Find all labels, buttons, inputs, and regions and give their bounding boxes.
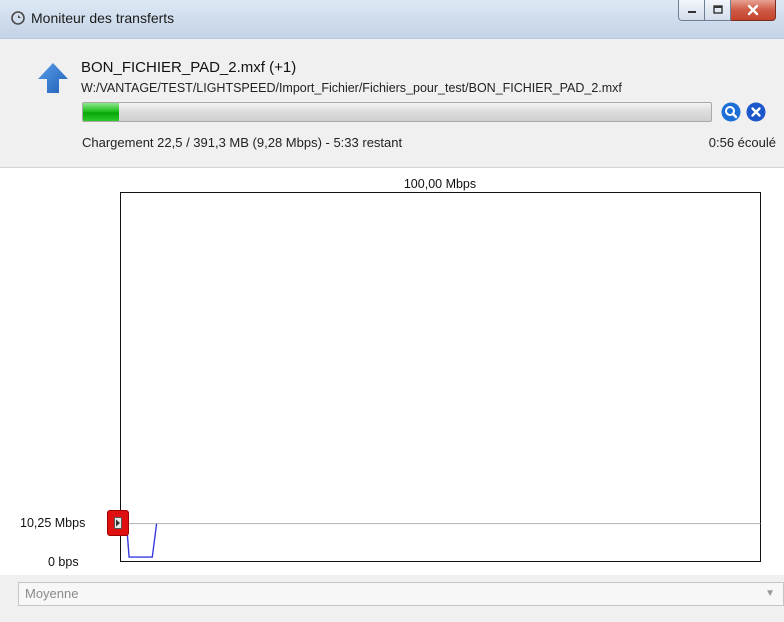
file-path: W:/VANTAGE/TEST/LIGHTSPEED/Import_Fichie… bbox=[81, 81, 622, 95]
transfer-progress-bar bbox=[82, 102, 712, 122]
marker-triangle bbox=[116, 519, 120, 527]
bandwidth-graph: 100,00 Mbps 10,25 Mbps 0 bps bbox=[0, 167, 784, 576]
close-icon bbox=[747, 4, 759, 16]
footer: Moyenne ▼ bbox=[0, 575, 784, 622]
window-controls bbox=[678, 0, 776, 22]
maximize-button[interactable] bbox=[705, 0, 731, 21]
file-name: BON_FICHIER_PAD_2.mxf (+1) bbox=[81, 59, 297, 76]
rate-marker[interactable] bbox=[107, 510, 129, 536]
transfer-monitor-window: Moniteur des transferts BON_FICHIER_PAD_… bbox=[0, 0, 784, 622]
average-select[interactable]: Moyenne ▼ bbox=[18, 582, 784, 606]
refresh-icon bbox=[11, 11, 25, 25]
window-title: Moniteur des transferts bbox=[31, 10, 175, 26]
transfer-info: BON_FICHIER_PAD_2.mxf (+1) W:/VANTAGE/TE… bbox=[0, 39, 784, 167]
title-bar[interactable]: Moniteur des transferts bbox=[0, 0, 784, 39]
max-rate-label: 100,00 Mbps bbox=[403, 177, 477, 191]
magnifier-icon[interactable] bbox=[721, 102, 741, 122]
transfer-status: Chargement 22,5 / 391,3 MB (9,28 Mbps) -… bbox=[82, 135, 403, 150]
chevron-down-icon: ▼ bbox=[765, 588, 775, 599]
minimize-button[interactable] bbox=[678, 0, 705, 21]
plot-frame bbox=[120, 192, 761, 562]
cancel-icon[interactable] bbox=[746, 102, 766, 122]
upload-arrow-icon bbox=[38, 63, 68, 93]
minimize-icon bbox=[687, 11, 696, 13]
play-marker-icon bbox=[114, 517, 122, 529]
close-button[interactable] bbox=[731, 0, 776, 21]
progress-fill bbox=[83, 103, 120, 121]
current-rate-label: 10,25 Mbps bbox=[20, 516, 86, 530]
average-select-value: Moyenne bbox=[25, 586, 79, 601]
elapsed-time: 0:56 écoulé bbox=[708, 135, 776, 150]
min-rate-label: 0 bps bbox=[48, 555, 79, 569]
maximize-icon bbox=[712, 5, 723, 14]
